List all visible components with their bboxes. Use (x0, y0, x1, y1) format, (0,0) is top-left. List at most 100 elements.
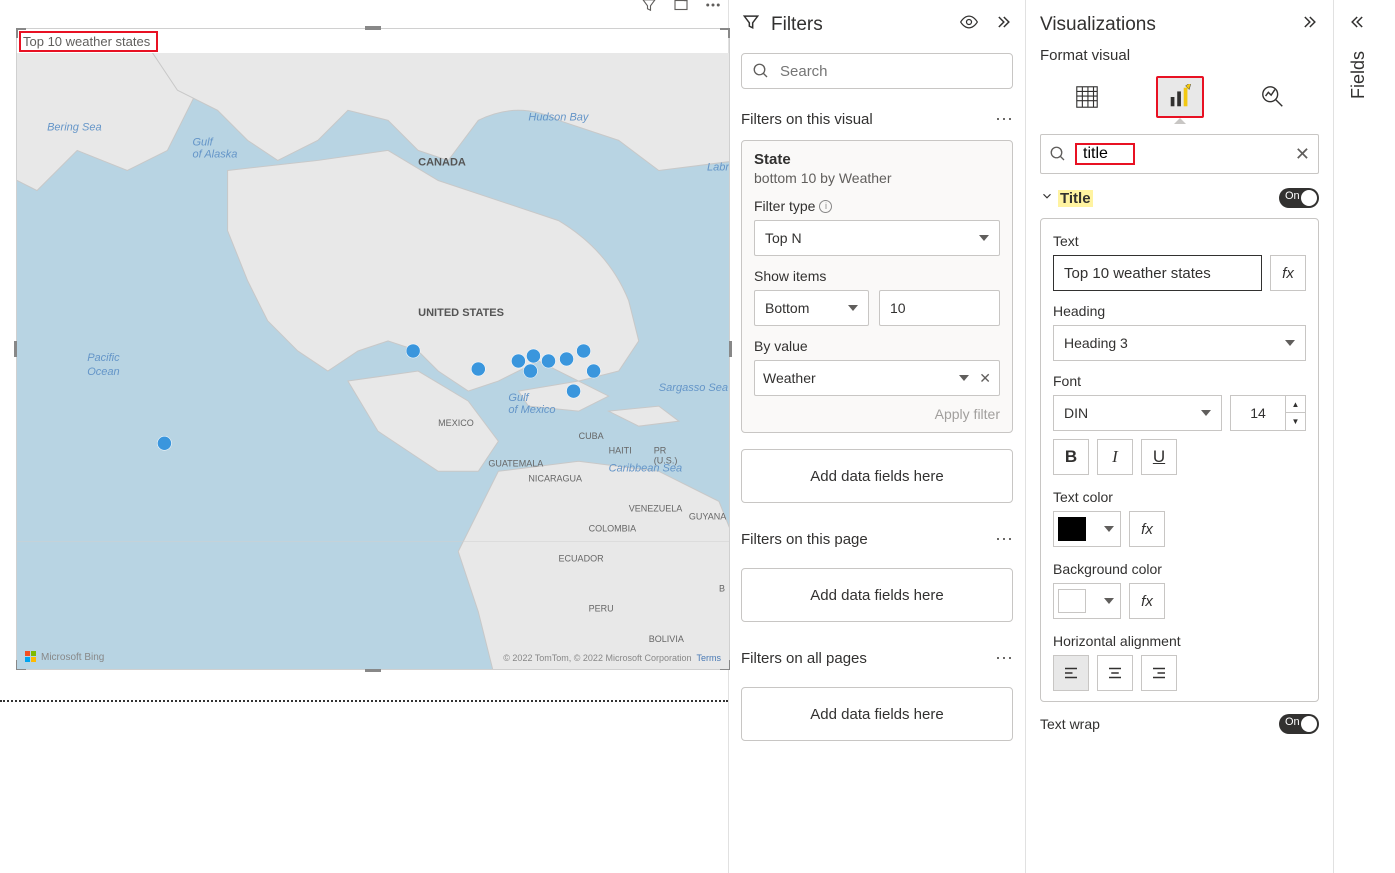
more-options-icon[interactable] (704, 0, 722, 19)
title-section-header[interactable]: Title On (1026, 182, 1333, 214)
fx-button[interactable]: fx (1270, 255, 1306, 291)
fields-pane-collapsed: Fields (1334, 0, 1382, 873)
chevron-down-icon (1285, 340, 1295, 346)
filter-type-label: Filter typei (754, 198, 832, 214)
visual-toolbar (640, 0, 722, 19)
more-options-icon[interactable]: ⋯ (995, 648, 1013, 669)
focus-mode-icon[interactable] (672, 0, 690, 19)
svg-text:UNITED STATES: UNITED STATES (418, 307, 504, 319)
decrement-icon[interactable]: ▼ (1286, 413, 1305, 430)
show-items-direction-select[interactable]: Bottom (754, 290, 869, 326)
expand-icon[interactable] (1348, 12, 1368, 37)
svg-text:GUYANA: GUYANA (689, 511, 726, 521)
chevron-down-icon (1104, 598, 1114, 604)
label-bering-sea: Bering Sea (47, 121, 102, 133)
font-label: Font (1053, 373, 1306, 389)
eye-icon[interactable] (959, 12, 979, 37)
svg-text:Labra: Labra (707, 161, 729, 173)
filter-card-state[interactable]: State bottom 10 by Weather Filter typei … (741, 140, 1013, 433)
map-title: Top 10 weather states (19, 31, 158, 52)
map-canvas[interactable]: Bering Sea Gulfof Alaska Hudson Bay Labr… (17, 53, 729, 669)
filter-field-name: State (754, 151, 1000, 168)
svg-text:HAITI: HAITI (609, 445, 632, 455)
italic-button[interactable]: I (1097, 439, 1133, 475)
svg-text:Hudson Bay: Hudson Bay (528, 111, 590, 123)
filters-on-page-header: Filters on this page ⋯ (729, 515, 1025, 556)
format-search-input[interactable] (1083, 145, 1127, 163)
svg-text:COLOMBIA: COLOMBIA (589, 523, 637, 533)
build-visual-tab[interactable] (1063, 76, 1111, 118)
svg-text:ECUADOR: ECUADOR (559, 554, 605, 564)
resize-handle-tr[interactable] (720, 28, 730, 38)
align-center-button[interactable] (1097, 655, 1133, 691)
show-items-label: Show items (754, 268, 826, 284)
filters-pane: Filters Filters on this visual ⋯ State b… (728, 0, 1026, 873)
filter-icon[interactable] (640, 0, 658, 19)
analytics-tab[interactable] (1249, 76, 1297, 118)
map-visual[interactable]: Top 10 weather states Bering Sea Gulfof … (16, 28, 730, 670)
apply-filter-link[interactable]: Apply filter (754, 406, 1000, 422)
map-copyright: © 2022 TomTom, © 2022 Microsoft Corporat… (503, 653, 721, 663)
clear-field-icon[interactable]: ✕ (979, 370, 991, 387)
align-right-button[interactable] (1141, 655, 1177, 691)
fx-button[interactable]: fx (1129, 583, 1165, 619)
search-icon (752, 62, 770, 80)
bg-color-label: Background color (1053, 561, 1306, 577)
by-value-field-well[interactable]: Weather ✕ (754, 360, 1000, 396)
title-toggle[interactable]: On (1279, 188, 1319, 208)
resize-handle-top[interactable] (365, 26, 381, 30)
map-attribution: Microsoft Bing (25, 651, 104, 663)
filter-type-select[interactable]: Top N (754, 220, 1000, 256)
viz-header: Visualizations (1026, 12, 1333, 43)
filters-search[interactable] (741, 53, 1013, 89)
map-visual-container: Top 10 weather states Bering Sea Gulfof … (0, 0, 728, 700)
filters-on-visual-header: Filters on this visual ⋯ (729, 95, 1025, 136)
svg-text:Gulfof Alaska: Gulfof Alaska (192, 136, 237, 160)
visualizations-pane: Visualizations Format visual ✕ Title On … (1026, 0, 1334, 873)
chevron-down-icon (1104, 526, 1114, 532)
bg-color-picker[interactable] (1053, 583, 1121, 619)
tab-indicator (1174, 118, 1186, 124)
svg-text:MEXICO: MEXICO (438, 418, 474, 428)
page-divider (0, 700, 728, 702)
search-icon (1049, 145, 1067, 163)
clear-search-icon[interactable]: ✕ (1295, 144, 1310, 165)
svg-text:PERU: PERU (589, 604, 614, 614)
text-color-picker[interactable] (1053, 511, 1121, 547)
title-text-input[interactable]: Top 10 weather states (1053, 255, 1262, 291)
font-size-spinner[interactable]: 14 ▲▼ (1230, 395, 1306, 431)
filters-search-input[interactable] (780, 63, 1002, 80)
fx-button[interactable]: fx (1129, 511, 1165, 547)
increment-icon[interactable]: ▲ (1286, 396, 1305, 413)
text-color-label: Text color (1053, 489, 1306, 505)
svg-text:BOLIVIA: BOLIVIA (649, 634, 684, 644)
format-tabs (1026, 68, 1333, 124)
show-items-count-input[interactable]: 10 (879, 290, 1000, 326)
align-left-button[interactable] (1053, 655, 1089, 691)
info-icon[interactable]: i (819, 200, 832, 213)
add-fields-page[interactable]: Add data fields here (741, 568, 1013, 622)
svg-text:VENEZUELA: VENEZUELA (629, 503, 683, 513)
heading-label: Heading (1053, 303, 1306, 319)
terms-link[interactable]: Terms (697, 653, 722, 663)
collapse-icon[interactable] (1299, 12, 1319, 37)
underline-button[interactable]: U (1141, 439, 1177, 475)
text-wrap-toggle[interactable]: On (1279, 714, 1319, 734)
filters-title: Filters (771, 14, 959, 36)
format-search[interactable]: ✕ (1040, 134, 1319, 174)
add-fields-allpages[interactable]: Add data fields here (741, 687, 1013, 741)
svg-text:PR(U.S.): PR(U.S.) (654, 445, 678, 465)
chevron-down-icon (1201, 410, 1211, 416)
bold-button[interactable]: B (1053, 439, 1089, 475)
halign-label: Horizontal alignment (1053, 633, 1306, 649)
format-visual-tab[interactable] (1156, 76, 1204, 118)
more-options-icon[interactable]: ⋯ (995, 109, 1013, 130)
add-fields-visual[interactable]: Add data fields here (741, 449, 1013, 503)
svg-text:GUATEMALA: GUATEMALA (488, 458, 543, 468)
more-options-icon[interactable]: ⋯ (995, 529, 1013, 550)
heading-select[interactable]: Heading 3 (1053, 325, 1306, 361)
format-visual-subtitle: Format visual (1026, 43, 1333, 68)
fields-label[interactable]: Fields (1348, 51, 1369, 99)
font-family-select[interactable]: DIN (1053, 395, 1222, 431)
collapse-icon[interactable] (993, 12, 1013, 37)
